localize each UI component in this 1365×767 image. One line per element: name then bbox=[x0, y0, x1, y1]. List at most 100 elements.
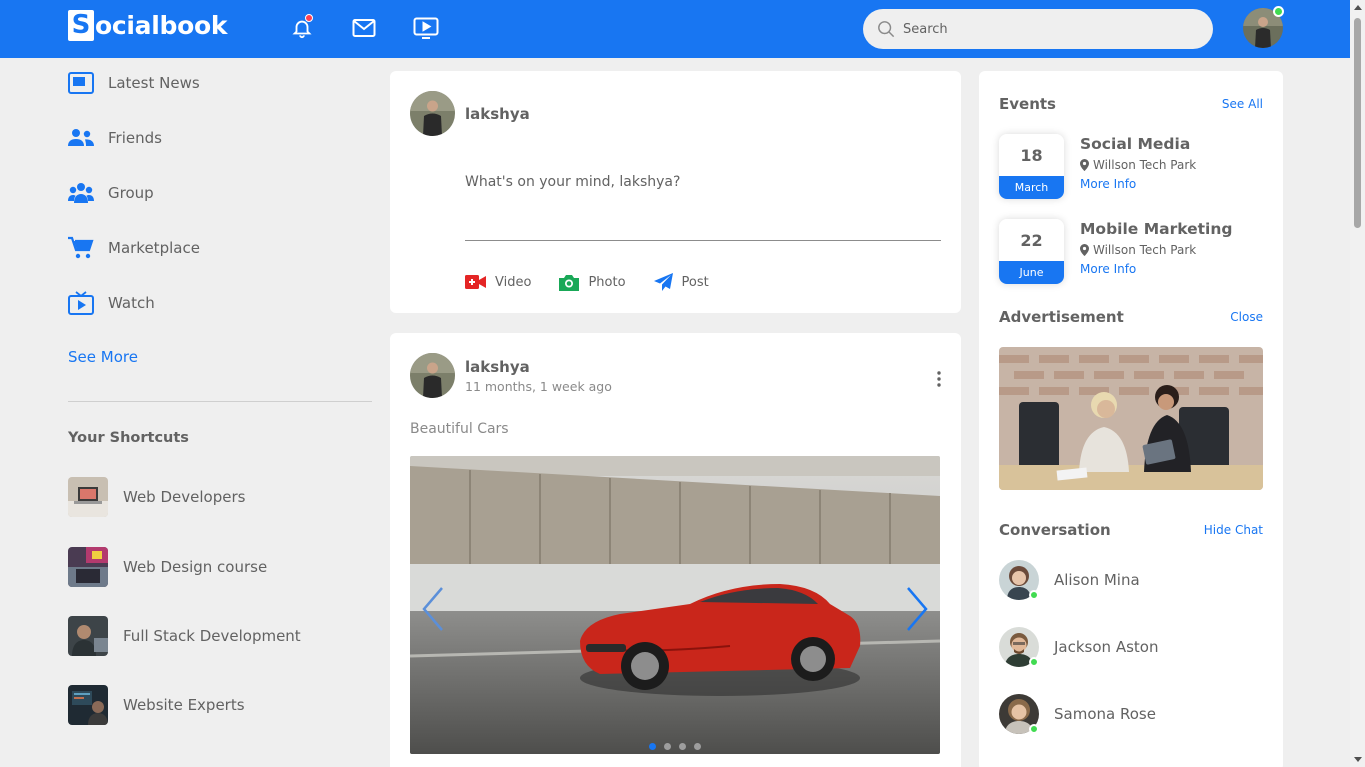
post-user: lakshya 11 months, 1 week ago bbox=[410, 353, 612, 398]
event-item[interactable]: 22 June Mobile Marketing Willson Tech Pa… bbox=[999, 219, 1233, 284]
avatar[interactable] bbox=[410, 91, 455, 136]
post-image-carousel[interactable] bbox=[410, 456, 940, 754]
logo-text: ocialbook bbox=[95, 10, 228, 40]
avatar[interactable] bbox=[410, 353, 455, 398]
more-options-icon[interactable] bbox=[935, 370, 943, 388]
event-item[interactable]: 18 March Social Media Willson Tech Park … bbox=[999, 134, 1196, 199]
scroll-down-icon[interactable] bbox=[1354, 757, 1362, 762]
advertisement-image[interactable] bbox=[999, 347, 1263, 490]
sidebar-item-watch[interactable]: Watch bbox=[68, 290, 155, 316]
sidebar-item-label: Marketplace bbox=[108, 239, 200, 257]
tv-icon bbox=[68, 291, 94, 315]
see-more-link[interactable]: See More bbox=[68, 348, 138, 366]
hide-chat-link[interactable]: Hide Chat bbox=[1204, 523, 1263, 537]
shortcut-label: Full Stack Development bbox=[123, 627, 301, 645]
sidebar-item-label: Latest News bbox=[108, 74, 200, 92]
event-location: Willson Tech Park bbox=[1080, 158, 1196, 172]
friends-icon bbox=[68, 126, 94, 150]
more-info-link[interactable]: More Info bbox=[1080, 177, 1196, 191]
sidebar-item-group[interactable]: Group bbox=[68, 180, 154, 206]
navbar: S ocialbook bbox=[0, 0, 1365, 58]
shortcut-website-experts[interactable]: Website Experts bbox=[68, 685, 245, 725]
event-title: Mobile Marketing bbox=[1080, 220, 1233, 238]
post-time: 11 months, 1 week ago bbox=[465, 378, 612, 394]
shortcut-thumbnail bbox=[68, 616, 108, 656]
contact-avatar bbox=[999, 627, 1039, 667]
carousel-dot[interactable] bbox=[694, 743, 701, 750]
page-scrollbar[interactable] bbox=[1350, 0, 1365, 767]
video-label: Video bbox=[495, 274, 532, 290]
conversation-title: Conversation bbox=[999, 521, 1111, 539]
event-date: 22 June bbox=[999, 219, 1064, 284]
carousel-prev-icon[interactable] bbox=[418, 586, 450, 632]
logo[interactable]: S ocialbook bbox=[68, 9, 227, 41]
online-status-dot bbox=[1029, 590, 1039, 600]
write-post-card: lakshya What's on your mind, lakshya? Vi… bbox=[390, 71, 961, 313]
post-card: lakshya 11 months, 1 week ago Beautiful … bbox=[390, 333, 961, 767]
chat-contact[interactable]: Samona Rose bbox=[999, 694, 1156, 734]
events-title: Events bbox=[999, 95, 1056, 113]
bell-icon[interactable] bbox=[288, 14, 316, 42]
post-actions: Video Photo Post bbox=[465, 273, 737, 291]
event-date: 18 March bbox=[999, 134, 1064, 199]
post-button[interactable]: Post bbox=[653, 273, 709, 291]
event-day: 18 bbox=[999, 134, 1064, 176]
contact-name: Alison Mina bbox=[1054, 571, 1140, 589]
event-info: Mobile Marketing Willson Tech Park More … bbox=[1080, 219, 1233, 284]
sidebar-item-label: Friends bbox=[108, 129, 162, 147]
sidebar-item-marketplace[interactable]: Marketplace bbox=[68, 235, 200, 261]
send-icon bbox=[653, 273, 673, 291]
scroll-thumb[interactable] bbox=[1354, 18, 1361, 228]
carousel-dot[interactable] bbox=[679, 743, 686, 750]
online-status-dot bbox=[1029, 724, 1039, 734]
photo-button[interactable]: Photo bbox=[559, 273, 626, 291]
photo-label: Photo bbox=[588, 274, 626, 290]
logo-letter: S bbox=[68, 9, 94, 41]
contact-avatar bbox=[999, 694, 1039, 734]
close-ad-link[interactable]: Close bbox=[1230, 310, 1263, 324]
search-input[interactable] bbox=[903, 21, 1183, 37]
carousel-dot[interactable] bbox=[664, 743, 671, 750]
notification-dot bbox=[305, 14, 313, 22]
chat-contact[interactable]: Alison Mina bbox=[999, 560, 1140, 600]
see-all-link[interactable]: See All bbox=[1222, 97, 1263, 111]
event-location: Willson Tech Park bbox=[1080, 243, 1233, 257]
video-button[interactable]: Video bbox=[465, 273, 531, 291]
scroll-up-icon[interactable] bbox=[1354, 5, 1362, 10]
contact-name: Samona Rose bbox=[1054, 705, 1156, 723]
location-pin-icon bbox=[1080, 244, 1089, 256]
carousel-dot[interactable] bbox=[649, 743, 656, 750]
shortcut-web-developers[interactable]: Web Developers bbox=[68, 477, 245, 517]
sidebar-item-friends[interactable]: Friends bbox=[68, 125, 162, 151]
shortcut-web-design-course[interactable]: Web Design course bbox=[68, 547, 267, 587]
more-info-link[interactable]: More Info bbox=[1080, 262, 1233, 276]
conversation-header: Conversation Hide Chat bbox=[999, 521, 1263, 539]
shortcut-full-stack-development[interactable]: Full Stack Development bbox=[68, 616, 301, 656]
contact-avatar bbox=[999, 560, 1039, 600]
search-box bbox=[863, 9, 1213, 49]
advertisement-header: Advertisement Close bbox=[999, 308, 1263, 326]
sidebar-item-label: Watch bbox=[108, 294, 155, 312]
post-label: Post bbox=[681, 274, 709, 290]
event-location-text: Willson Tech Park bbox=[1093, 243, 1197, 257]
post-meta: lakshya 11 months, 1 week ago bbox=[465, 358, 612, 394]
post-author[interactable]: lakshya bbox=[465, 358, 612, 376]
sidebar-item-latest-news[interactable]: Latest News bbox=[68, 70, 200, 96]
chat-contact[interactable]: Jackson Aston bbox=[999, 627, 1158, 667]
advertisement-title: Advertisement bbox=[999, 308, 1124, 326]
user-name[interactable]: lakshya bbox=[465, 105, 530, 123]
post-input[interactable]: What's on your mind, lakshya? bbox=[465, 174, 941, 190]
shortcut-label: Web Developers bbox=[123, 488, 246, 506]
video-icon[interactable] bbox=[412, 14, 440, 42]
shortcuts-title: Your Shortcuts bbox=[68, 430, 189, 446]
news-icon bbox=[68, 71, 94, 95]
events-header: Events See All bbox=[999, 95, 1263, 113]
search-icon bbox=[878, 21, 895, 38]
event-info: Social Media Willson Tech Park More Info bbox=[1080, 134, 1196, 199]
cart-icon bbox=[68, 236, 94, 260]
right-sidebar: Events See All 18 March Social Media Wil… bbox=[979, 71, 1283, 767]
carousel-next-icon[interactable] bbox=[900, 586, 932, 632]
mail-icon[interactable] bbox=[350, 14, 378, 42]
event-location-text: Willson Tech Park bbox=[1093, 158, 1197, 172]
online-status-dot bbox=[1029, 657, 1039, 667]
